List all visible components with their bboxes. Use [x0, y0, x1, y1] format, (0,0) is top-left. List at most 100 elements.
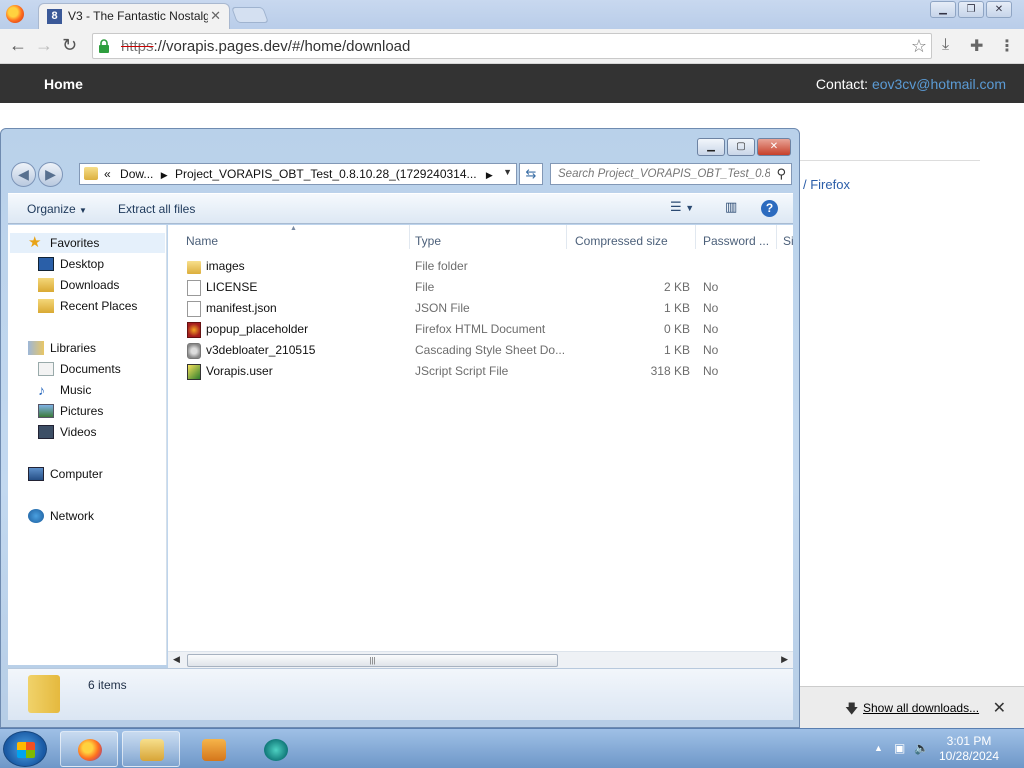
action-center-icon[interactable]: ▣	[894, 741, 905, 755]
file-row[interactable]: LICENSE File 2 KB No	[168, 277, 793, 298]
nav-videos-label: Videos	[60, 425, 97, 439]
extensions-puzzle-icon[interactable]: ✚	[970, 36, 983, 56]
explorer-search-input[interactable]: Search Project_VORAPIS_OBT_Test_0.8.... …	[550, 163, 792, 185]
libraries-icon	[28, 341, 44, 355]
column-header-size[interactable]: Si	[775, 225, 793, 249]
column-header-type[interactable]: Type	[407, 225, 567, 249]
nav-favorites[interactable]: ★ Favorites	[28, 235, 99, 250]
tab-favicon-icon: 8	[47, 9, 62, 24]
explorer-close-button[interactable]: ✕	[757, 138, 791, 156]
taskbar-firefox[interactable]	[60, 731, 118, 767]
breadcrumb-overflow[interactable]: «	[104, 167, 111, 181]
reload-icon[interactable]: ↻	[62, 36, 77, 54]
taskbar-app[interactable]	[246, 731, 304, 767]
taskbar-explorer[interactable]	[122, 731, 180, 767]
nav-downloads[interactable]: Downloads	[38, 278, 119, 292]
refresh-icon[interactable]: ⇆	[519, 163, 543, 185]
organize-label: Organize	[27, 202, 76, 216]
address-folder-icon	[84, 167, 98, 180]
explorer-maximize-button[interactable]: ▢	[727, 138, 755, 156]
new-tab-button[interactable]	[231, 7, 269, 23]
firefox-link[interactable]: / Firefox	[803, 177, 850, 192]
script-icon	[187, 364, 201, 380]
organize-button[interactable]: Organize ▼	[27, 202, 87, 216]
navigation-pane: ★ Favorites Desktop Downloads Recent Plac…	[8, 225, 167, 665]
nav-documents-label: Documents	[60, 362, 121, 376]
menu-icon[interactable]: ⋮	[999, 36, 1015, 56]
volume-muted-icon[interactable]: 🔈	[914, 741, 929, 755]
file-size: 318 KB	[650, 364, 690, 378]
file-name: manifest.json	[206, 301, 277, 315]
column-header-compressed-size[interactable]: Compressed size	[567, 225, 696, 249]
file-row[interactable]: manifest.json JSON File 1 KB No	[168, 298, 793, 319]
url-path: ://vorapis.pages.dev/#/home/download	[153, 38, 411, 55]
taskbar-media-player[interactable]	[184, 731, 242, 767]
breadcrumb-item[interactable]: Dow...	[120, 167, 153, 181]
contact-email-link[interactable]: eov3cv@hotmail.com	[872, 76, 1006, 92]
file-icon	[187, 280, 201, 296]
breadcrumb-item[interactable]: Project_VORAPIS_OBT_Test_0.8.10.28_(1729…	[175, 167, 477, 181]
scroll-left-icon[interactable]: ◀	[173, 654, 180, 665]
file-row[interactable]: v3debloater_210515 Cascading Style Sheet…	[168, 340, 793, 361]
bookmark-star-icon[interactable]: ☆	[911, 36, 927, 57]
browser-tab[interactable]: 8 V3 - The Fantastic Nostalgia ✕	[38, 3, 230, 29]
nav-home-link[interactable]: Home	[44, 76, 83, 92]
music-icon: ♪	[38, 382, 45, 398]
breadcrumb-separator-icon[interactable]: ▶	[161, 170, 168, 180]
file-name: Vorapis.user	[206, 364, 273, 378]
close-window-button[interactable]: ✕	[986, 1, 1012, 18]
column-header-password[interactable]: Password ...	[695, 225, 777, 249]
nav-computer-label: Computer	[50, 467, 103, 481]
show-all-downloads-link[interactable]: Show all downloads...	[863, 701, 979, 715]
explorer-forward-icon[interactable]: ▶	[38, 162, 63, 187]
nav-pictures[interactable]: Pictures	[38, 404, 103, 418]
address-dropdown-icon[interactable]: ▼	[503, 167, 512, 177]
nav-libraries[interactable]: Libraries	[28, 341, 96, 355]
forward-arrow-icon[interactable]: →	[35, 36, 53, 54]
explorer-address-bar[interactable]: « Dow... ▶ Project_VORAPIS_OBT_Test_0.8.…	[79, 163, 517, 185]
nav-libraries-label: Libraries	[50, 341, 97, 355]
file-row[interactable]: Vorapis.user JScript Script File 318 KB …	[168, 361, 793, 382]
item-count: 6 items	[88, 678, 127, 692]
file-row[interactable]: popup_placeholder Firefox HTML Document …	[168, 319, 793, 340]
download-icon[interactable]: ⤓	[942, 36, 949, 54]
nav-recent-places[interactable]: Recent Places	[38, 299, 137, 313]
nav-recent-places-label: Recent Places	[60, 299, 138, 313]
file-password: No	[703, 322, 719, 336]
nav-documents[interactable]: Documents	[38, 362, 121, 376]
help-icon[interactable]: ?	[761, 200, 778, 217]
nav-videos[interactable]: Videos	[38, 425, 96, 439]
videos-icon	[38, 425, 54, 439]
firefox-logo-icon[interactable]	[6, 5, 24, 23]
tray-expand-icon[interactable]: ▲	[874, 743, 883, 753]
preview-pane-icon[interactable]: ▥	[725, 199, 737, 215]
tab-close-icon[interactable]: ✕	[210, 8, 221, 24]
file-type: Cascading Style Sheet Do...	[415, 343, 565, 357]
scrollbar-thumb[interactable]: |||	[187, 654, 558, 667]
horizontal-scrollbar[interactable]: ◀ ||| ▶	[168, 651, 793, 668]
address-bar[interactable]: https://vorapis.pages.dev/#/home/downloa…	[92, 33, 932, 59]
file-type: File folder	[415, 259, 468, 273]
nav-network[interactable]: Network	[28, 509, 94, 523]
view-options-icon[interactable]: ☰ ▼	[670, 199, 694, 215]
close-downloads-bar-icon[interactable]: ✕	[993, 698, 1006, 718]
minimize-button[interactable]: ▁	[930, 1, 956, 18]
restore-button[interactable]: ❐	[958, 1, 984, 18]
search-icon[interactable]: ⚲	[776, 166, 786, 182]
nav-desktop[interactable]: Desktop	[38, 257, 104, 271]
file-row[interactable]: images File folder	[168, 256, 793, 277]
extract-all-button[interactable]: Extract all files	[118, 202, 195, 216]
explorer-minimize-button[interactable]: ▁	[697, 138, 725, 156]
clock-date: 10/28/2024	[938, 749, 1000, 763]
nav-network-label: Network	[50, 509, 95, 523]
file-name: popup_placeholder	[206, 322, 309, 336]
nav-computer[interactable]: Computer	[28, 467, 103, 481]
start-button[interactable]	[3, 731, 47, 767]
explorer-back-icon[interactable]: ◀	[11, 162, 36, 187]
breadcrumb-separator-icon[interactable]: ▶	[486, 170, 493, 180]
back-arrow-icon[interactable]: ←	[9, 36, 27, 54]
scroll-right-icon[interactable]: ▶	[781, 654, 788, 665]
taskbar-clock[interactable]: 3:01 PM 10/28/2024	[934, 734, 1004, 764]
nav-music[interactable]: ♪ Music	[38, 383, 91, 397]
css-icon	[187, 343, 201, 359]
